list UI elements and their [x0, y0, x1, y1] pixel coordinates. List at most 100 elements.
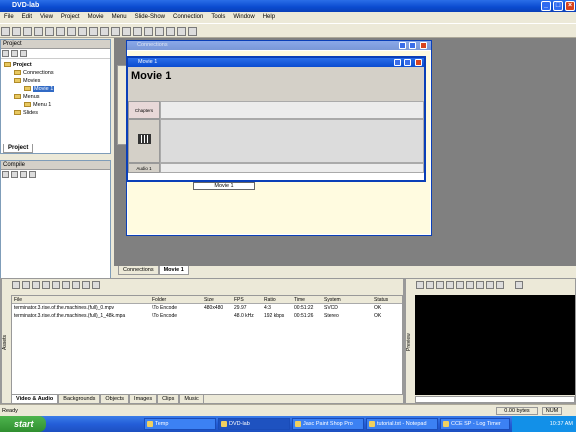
- compile-run-icon[interactable]: [2, 171, 9, 178]
- new-icon[interactable]: [1, 27, 10, 36]
- help-icon[interactable]: [188, 27, 197, 36]
- task-notepad[interactable]: tutorial.txt - Notepad: [366, 418, 438, 430]
- delete-icon[interactable]: [20, 50, 27, 57]
- tree-item-connections[interactable]: Connections: [4, 69, 107, 77]
- table-row[interactable]: terminator.3.rise.of.the.machines.(full)…: [12, 304, 402, 312]
- task-paintshop[interactable]: Jasc Paint Shop Pro: [292, 418, 364, 430]
- menu-window[interactable]: Window: [229, 12, 258, 23]
- tab-music[interactable]: Music: [179, 395, 204, 404]
- assets-properties-icon[interactable]: [52, 281, 60, 289]
- copy-icon[interactable]: [34, 27, 43, 36]
- col-status[interactable]: Status: [372, 296, 402, 304]
- menu-help[interactable]: Help: [259, 12, 279, 23]
- next-icon[interactable]: [426, 281, 434, 289]
- connection-node[interactable]: Movie 1: [193, 182, 255, 190]
- play-icon[interactable]: [416, 281, 424, 289]
- tab-images[interactable]: Images: [129, 395, 158, 404]
- layout-icon[interactable]: [89, 27, 98, 36]
- tab-backgrounds[interactable]: Backgrounds: [58, 395, 101, 404]
- close-button[interactable]: ×: [565, 1, 575, 11]
- menu-project[interactable]: Project: [57, 12, 84, 23]
- tree-item-movie-1[interactable]: Movie 1: [4, 85, 107, 93]
- movie-close-button[interactable]: [415, 59, 422, 66]
- add-icon[interactable]: [2, 50, 9, 57]
- tree-item-movies[interactable]: Movies: [4, 77, 107, 85]
- col-system[interactable]: System: [322, 296, 372, 304]
- tree-item-project[interactable]: Project: [4, 61, 107, 69]
- cut-icon[interactable]: [56, 27, 65, 36]
- compile-icon[interactable]: [122, 27, 131, 36]
- col-folder[interactable]: Folder: [150, 296, 202, 304]
- tab-clips[interactable]: Clips: [157, 395, 180, 404]
- col-size[interactable]: Size: [202, 296, 232, 304]
- clock[interactable]: 10:37 AM: [550, 421, 573, 427]
- assets-sort-icon[interactable]: [82, 281, 90, 289]
- minimize-button[interactable]: _: [541, 1, 551, 11]
- task-dvdlab[interactable]: DVD-lab: [218, 418, 290, 430]
- preview-seek-bar[interactable]: [415, 396, 575, 403]
- stop-icon[interactable]: [436, 281, 444, 289]
- task-temp[interactable]: Temp: [144, 418, 216, 430]
- start-button[interactable]: start: [0, 416, 46, 432]
- compile-check-icon[interactable]: [20, 171, 27, 178]
- connect-icon[interactable]: [111, 27, 120, 36]
- menu-edit[interactable]: Edit: [18, 12, 36, 23]
- folder-icon[interactable]: [11, 50, 18, 57]
- compile-delete-icon[interactable]: [29, 171, 36, 178]
- zoom-out-icon[interactable]: [177, 27, 186, 36]
- clock-icon[interactable]: [515, 281, 523, 289]
- assets-delete-icon[interactable]: [42, 281, 50, 289]
- tab-objects[interactable]: Objects: [100, 395, 130, 404]
- tab-connections[interactable]: Connections: [118, 266, 159, 275]
- menu-connection[interactable]: Connection: [169, 12, 207, 23]
- menu-slideshow[interactable]: Slide-Show: [131, 12, 169, 23]
- redo-icon[interactable]: [78, 27, 87, 36]
- col-ratio[interactable]: Ratio: [262, 296, 292, 304]
- grid-icon[interactable]: [155, 27, 164, 36]
- forward-icon[interactable]: [456, 281, 464, 289]
- tree-item-slides[interactable]: Slides: [4, 109, 107, 117]
- movie-maximize-button[interactable]: [404, 59, 411, 66]
- assets-add-icon[interactable]: [12, 281, 20, 289]
- task-cce[interactable]: CCE SP - Log Timer: [440, 418, 510, 430]
- tab-video-audio[interactable]: Video & Audio: [11, 395, 59, 404]
- assets-view-icon[interactable]: [92, 281, 100, 289]
- table-row[interactable]: terminator.3.rise.of.the.machines.(full)…: [12, 312, 402, 320]
- paste-icon[interactable]: [45, 27, 54, 36]
- zoom-icon[interactable]: [144, 27, 153, 36]
- compile-settings-icon[interactable]: [11, 171, 18, 178]
- video-track[interactable]: [160, 119, 424, 163]
- tab-movie-1[interactable]: Movie 1: [158, 266, 189, 275]
- menu-movie[interactable]: Movie: [84, 12, 108, 23]
- tree-item-menus[interactable]: Menus: [4, 93, 107, 101]
- tab-project[interactable]: Project: [3, 144, 34, 153]
- chapter-icon[interactable]: [486, 281, 494, 289]
- col-time[interactable]: Time: [292, 296, 322, 304]
- maximize-button[interactable]: □: [553, 1, 563, 11]
- rewind-icon[interactable]: [446, 281, 454, 289]
- chapters-track[interactable]: [160, 101, 424, 119]
- assets-play-icon[interactable]: [32, 281, 40, 289]
- assets-list-icon[interactable]: [62, 281, 70, 289]
- assets-thumb-icon[interactable]: [72, 281, 80, 289]
- zoom-in-icon[interactable]: [166, 27, 175, 36]
- tree-item-menu-1[interactable]: Menu 1: [4, 101, 107, 109]
- audio-track[interactable]: [160, 163, 424, 173]
- connections-maximize-button[interactable]: [409, 42, 416, 49]
- col-fps[interactable]: FPS: [232, 296, 262, 304]
- col-file[interactable]: File: [12, 296, 150, 304]
- save-icon[interactable]: [23, 27, 32, 36]
- mark-in-icon[interactable]: [466, 281, 474, 289]
- connections-close-button[interactable]: [420, 42, 427, 49]
- undo-icon[interactable]: [67, 27, 76, 36]
- menu-file[interactable]: File: [0, 12, 18, 23]
- snapshot-icon[interactable]: [496, 281, 504, 289]
- menu-view[interactable]: View: [36, 12, 57, 23]
- menu-tools[interactable]: Tools: [207, 12, 229, 23]
- assets-open-icon[interactable]: [22, 281, 30, 289]
- open-icon[interactable]: [12, 27, 21, 36]
- mark-out-icon[interactable]: [476, 281, 484, 289]
- connections-minimize-button[interactable]: [399, 42, 406, 49]
- burn-icon[interactable]: [133, 27, 142, 36]
- pointer-icon[interactable]: [100, 27, 109, 36]
